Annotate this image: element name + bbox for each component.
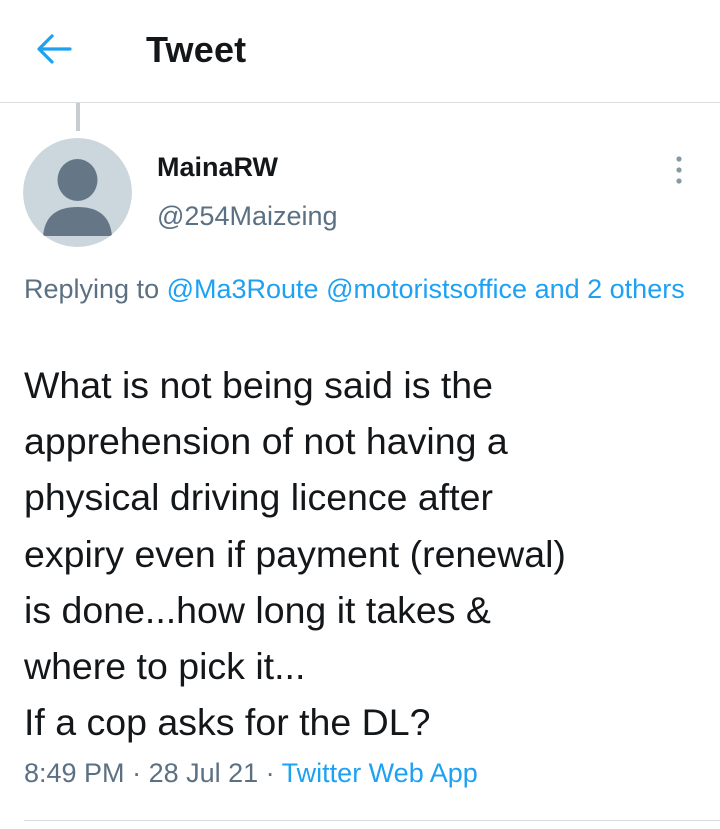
author-handle[interactable]: @254Maizeing bbox=[157, 201, 338, 232]
divider bbox=[24, 820, 720, 821]
thread-connector-line bbox=[76, 103, 80, 131]
tweet-meta: 8:49 PM · 28 Jul 21 · Twitter Web App bbox=[24, 758, 478, 789]
mention-link[interactable]: @motoristsoffice bbox=[326, 274, 527, 304]
more-options-button[interactable] bbox=[664, 153, 694, 187]
tweet-source-link[interactable]: Twitter Web App bbox=[282, 758, 478, 788]
avatar[interactable] bbox=[23, 138, 132, 247]
page-title: Tweet bbox=[146, 29, 247, 70]
arrow-left-icon bbox=[37, 34, 72, 64]
meta-separator: · bbox=[258, 758, 282, 788]
default-avatar-icon bbox=[23, 138, 132, 247]
mention-link[interactable]: @Ma3Route bbox=[167, 274, 319, 304]
meta-separator: · bbox=[124, 758, 149, 788]
vertical-ellipsis-icon bbox=[676, 156, 682, 184]
tweet-date[interactable]: 28 Jul 21 bbox=[149, 758, 259, 788]
top-app-bar: Tweet bbox=[0, 0, 720, 103]
tweet-time[interactable]: 8:49 PM bbox=[24, 758, 125, 788]
back-button[interactable] bbox=[34, 32, 74, 66]
tweet-text: What is not being said is the apprehensi… bbox=[24, 364, 566, 744]
others-link[interactable]: and 2 others bbox=[535, 274, 685, 304]
author-display-name[interactable]: MainaRW bbox=[157, 152, 278, 183]
replying-to-line: Replying to @Ma3Route @motoristsoffice a… bbox=[24, 270, 694, 308]
replying-prefix: Replying to bbox=[24, 274, 167, 304]
